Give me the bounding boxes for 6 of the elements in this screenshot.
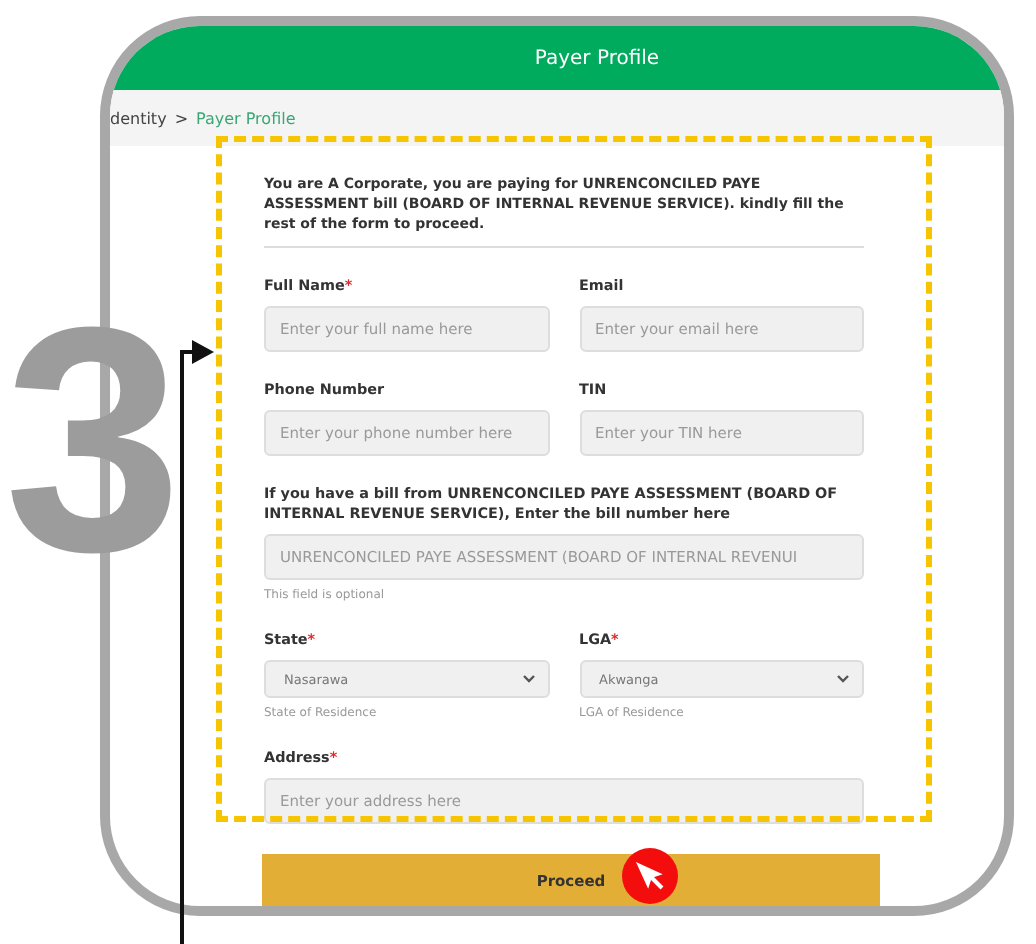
breadcrumb-link[interactable]: Payer Profile [196,109,296,127]
chevron-down-icon [521,674,535,684]
chevron-down-icon [836,674,850,684]
header-title: Payer Profile [534,47,660,69]
breadcrumb-link[interactable]: dentity [110,109,167,127]
breadcrumb-separator: > [174,109,189,127]
